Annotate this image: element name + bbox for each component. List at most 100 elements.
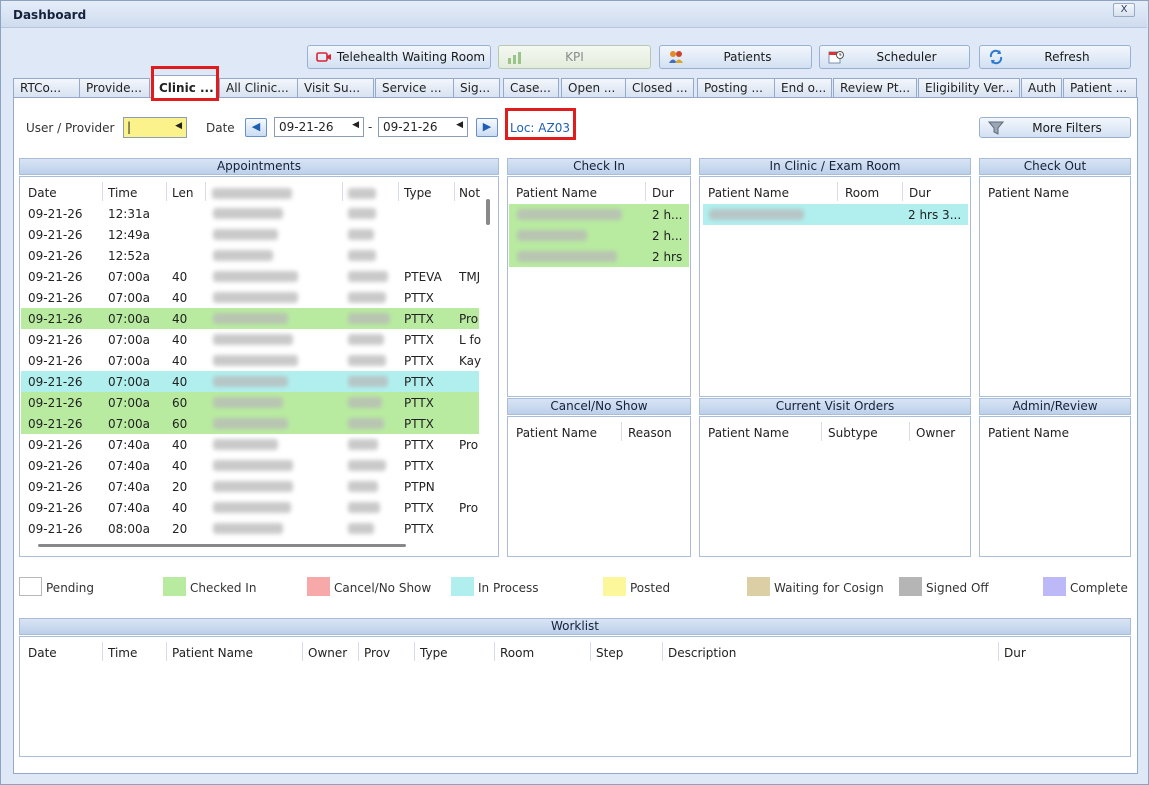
tab-16[interactable]: Patient ... — [1063, 78, 1137, 98]
redacted-patient-id — [348, 376, 388, 387]
column-divider — [342, 182, 343, 201]
redacted-patient-name — [709, 209, 804, 220]
table-row[interactable]: 09-21-26 07:40a 40 PTTX — [21, 455, 479, 476]
tab-4[interactable]: All Clinic... — [219, 78, 298, 98]
legend-swatch-4 — [451, 577, 474, 596]
worklist-col-1: Date — [28, 646, 57, 660]
table-row[interactable]: 09-21-26 07:00a 40 PTTX — [21, 287, 479, 308]
admin-col-patient: Patient Name — [988, 426, 1069, 440]
legend-label-2: Checked In — [190, 581, 257, 595]
dropdown-arrow-icon: ◀ — [456, 120, 463, 130]
tab-13[interactable]: Review Pt... — [833, 78, 917, 98]
check-in-row[interactable]: 2 hrs — [509, 246, 689, 267]
appt-col-6: Type — [404, 186, 432, 200]
appt-time: 12:31a — [108, 207, 150, 221]
user-provider-field[interactable]: | ◀ — [123, 117, 187, 138]
kpi-button[interactable]: KPI — [498, 45, 651, 69]
appt-time: 08:00a — [108, 522, 150, 536]
check-in-dur: 2 h... — [652, 208, 683, 222]
date-to-field[interactable]: 09-21-26 ◀ — [378, 117, 468, 137]
tab-15[interactable]: Auth — [1021, 78, 1062, 98]
table-row[interactable]: 09-21-26 07:40a 40 PTTX Pro — [21, 434, 479, 455]
table-row[interactable]: 09-21-26 07:00a 40 PTTX L fo — [21, 329, 482, 350]
legend-swatch-7 — [899, 577, 922, 596]
table-row[interactable]: 09-21-26 07:00a 60 PTTX — [21, 413, 479, 434]
worklist-panel: Date Time Patient Name Owner Prov Type Room Ste… — [19, 636, 1131, 757]
appt-len: 40 — [172, 312, 188, 326]
tab-8[interactable]: Case... — [503, 78, 559, 98]
table-row[interactable]: 09-21-26 12:52a — [21, 245, 479, 266]
tab-2[interactable]: Provide... — [79, 78, 150, 98]
table-row[interactable]: 09-21-26 12:49a — [21, 224, 479, 245]
redacted-patient-name — [213, 397, 283, 408]
tab-5[interactable]: Visit Su... — [297, 78, 374, 98]
appt-len: 20 — [172, 480, 188, 494]
appt-type: PTEVA — [404, 270, 442, 284]
tab-1[interactable]: RTCo... — [13, 78, 81, 98]
table-row[interactable]: 09-21-26 07:00a 40 PTTX — [21, 371, 479, 392]
check-out-col-patient: Patient Name — [988, 186, 1069, 200]
appt-date: 09-21-26 — [28, 270, 83, 284]
tab-11[interactable]: Posting ... — [697, 78, 775, 98]
table-row[interactable]: 09-21-26 07:00a 40 PTEVA TMJ — [21, 266, 480, 287]
admin-review-header: Admin/Review — [979, 398, 1131, 415]
redacted-patient-name — [213, 355, 298, 366]
patients-button[interactable]: Patients — [659, 45, 812, 69]
appt-time: 07:00a — [108, 417, 150, 431]
check-in-row[interactable]: 2 h... — [509, 225, 689, 246]
video-camera-icon — [316, 52, 331, 62]
appt-note: L fo — [459, 333, 482, 347]
tab-14[interactable]: Eligibility Ver... — [918, 78, 1020, 98]
table-row[interactable]: 09-21-26 07:00a 40 PTTX Pro — [21, 308, 479, 329]
close-button[interactable]: X — [1113, 3, 1135, 17]
more-filters-button[interactable]: More Filters — [979, 117, 1131, 138]
table-row[interactable]: 09-21-26 12:31a — [21, 203, 479, 224]
horizontal-scrollbar[interactable] — [38, 544, 406, 547]
scheduler-button[interactable]: Scheduler — [819, 45, 970, 69]
tab-7[interactable]: Sig... — [453, 78, 500, 98]
telehealth-waiting-room-button[interactable]: Telehealth Waiting Room — [307, 45, 491, 69]
dropdown-arrow-icon: ◀ — [352, 120, 359, 130]
legend-swatch-2 — [163, 577, 186, 596]
appt-time: 07:00a — [108, 396, 150, 410]
appt-len: 40 — [172, 459, 188, 473]
legend-label-4: In Process — [478, 581, 539, 595]
tab-9[interactable]: Open ... — [561, 78, 627, 98]
legend-swatch-5 — [603, 577, 626, 596]
appt-type: PTTX — [404, 333, 434, 347]
redacted-patient-name — [213, 523, 283, 534]
tab-6[interactable]: Service ... — [375, 78, 454, 98]
redacted-patient-id — [348, 271, 388, 282]
check-in-row[interactable]: 2 h... — [509, 204, 689, 225]
date-from-field[interactable]: 09-21-26 ◀ — [274, 117, 364, 137]
appt-time: 07:00a — [108, 354, 150, 368]
column-divider — [621, 422, 622, 441]
redacted-patient-name — [213, 334, 293, 345]
next-date-button[interactable]: ▶ — [476, 118, 498, 137]
legend-label-6: Waiting for Cosign — [774, 581, 884, 595]
previous-date-button[interactable]: ◀ — [245, 118, 267, 137]
appt-date: 09-21-26 — [28, 459, 83, 473]
table-row[interactable]: 09-21-26 08:00a 20 PTTX — [21, 518, 479, 539]
vertical-scrollbar[interactable] — [486, 199, 490, 225]
appt-len: 20 — [172, 522, 188, 536]
appointments-header: Appointments — [19, 158, 499, 175]
appt-note: Pro — [459, 438, 479, 452]
redacted-patient-id — [348, 292, 386, 303]
appt-time: 07:00a — [108, 291, 150, 305]
tab-12[interactable]: End o... — [774, 78, 832, 98]
table-row[interactable]: 09-21-26 07:00a 40 PTTX Kay — [21, 350, 481, 371]
appt-time: 07:40a — [108, 459, 150, 473]
tab-10[interactable]: Closed ... — [625, 78, 694, 98]
column-divider — [645, 182, 646, 201]
table-row[interactable]: 09-21-26 07:40a 40 PTTX Pro — [21, 497, 479, 518]
check-in-col-patient: Patient Name — [516, 186, 597, 200]
column-divider — [302, 642, 303, 661]
refresh-button[interactable]: Refresh — [979, 45, 1131, 69]
table-row[interactable]: 09-21-26 07:00a 60 PTTX — [21, 392, 479, 413]
appointments-panel: Date Time Len Type Not 09-21-26 12:31a 09-21-2… — [19, 176, 499, 557]
redacted-patient-name — [213, 292, 298, 303]
in-clinic-row[interactable]: 2 hrs 3... — [703, 204, 968, 225]
table-row[interactable]: 09-21-26 07:40a 20 PTPN — [21, 476, 479, 497]
appt-date: 09-21-26 — [28, 438, 83, 452]
